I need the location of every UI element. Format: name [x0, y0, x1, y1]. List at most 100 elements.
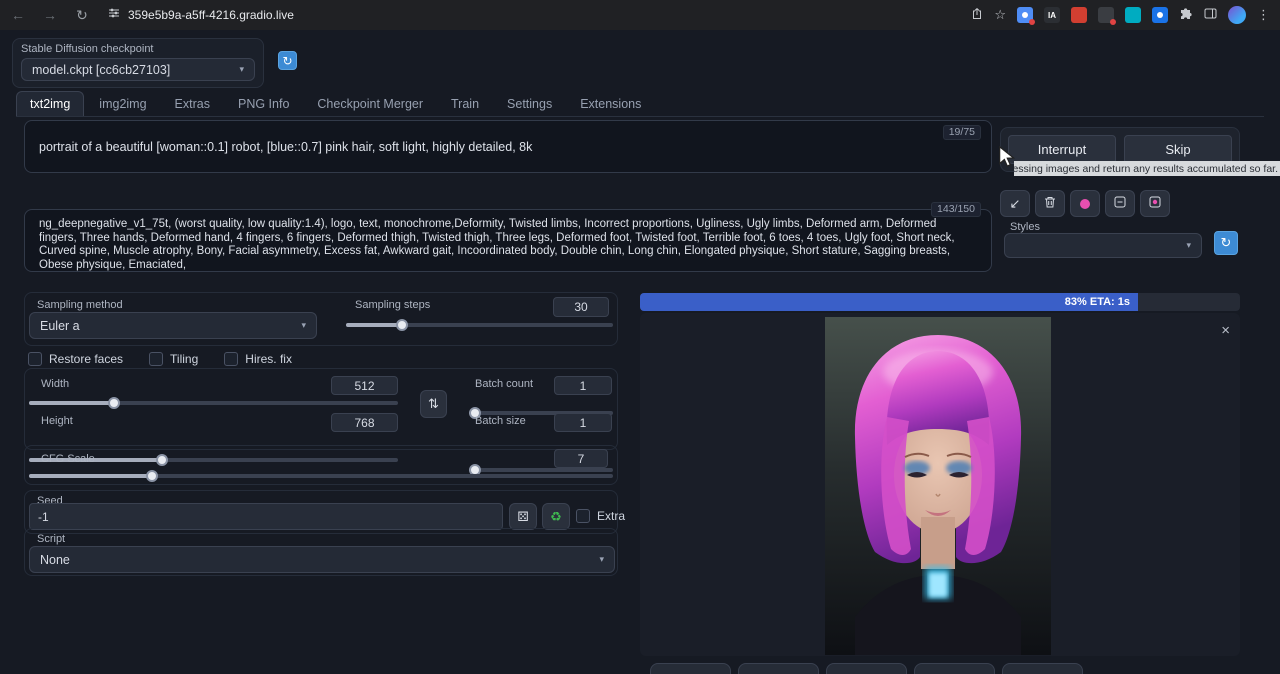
tooltip-text: processing images and return any results…: [1014, 163, 1278, 175]
extension-icon-3[interactable]: [1071, 7, 1087, 23]
extension-icon-2[interactable]: IA: [1044, 7, 1060, 23]
interrupt-button[interactable]: Interrupt: [1008, 135, 1116, 164]
forward-icon[interactable]: →: [42, 7, 58, 23]
negative-prompt-input[interactable]: ng_deepnegative_v1_75t, (worst quality, …: [25, 210, 991, 271]
hires-fix-checkbox[interactable]: Hires. fix: [224, 352, 292, 366]
width-label: Width: [41, 378, 69, 390]
site-info-icon[interactable]: [108, 6, 120, 24]
gallery-action-button[interactable]: [914, 663, 995, 674]
script-value: None: [40, 553, 70, 567]
tiling-checkbox[interactable]: Tiling: [149, 352, 198, 366]
sampling-steps-input[interactable]: [553, 297, 609, 317]
height-label: Height: [41, 415, 73, 427]
batch-size-input[interactable]: [554, 413, 612, 432]
extension-icon-4[interactable]: [1098, 7, 1114, 23]
slider-thumb[interactable]: [396, 319, 408, 331]
gallery-action-button[interactable]: [1002, 663, 1083, 674]
swap-dimensions-button[interactable]: ⇅: [420, 390, 447, 418]
cfg-scale-slider[interactable]: [29, 470, 613, 480]
gallery-action-button[interactable]: [826, 663, 907, 674]
screen: ← → ↻ 359e5b9a-a5ff-4216.gradio.live ☆ I…: [0, 0, 1280, 674]
hires-fix-label: Hires. fix: [245, 352, 292, 366]
url-text[interactable]: 359e5b9a-a5ff-4216.gradio.live: [128, 8, 294, 22]
extra-networks-button[interactable]: [1070, 190, 1100, 217]
slider-thumb[interactable]: [108, 397, 120, 409]
interrupt-tooltip: processing images and return any results…: [1014, 161, 1280, 176]
slider-fill-bar: [29, 401, 114, 405]
extension-icon-6[interactable]: [1152, 7, 1168, 23]
batch-count-input[interactable]: [554, 376, 612, 395]
checkbox-icon: [224, 352, 238, 366]
sampling-steps-slider[interactable]: [346, 319, 613, 329]
tab-txt2img[interactable]: txt2img: [16, 91, 84, 116]
tab-img2img[interactable]: img2img: [86, 92, 159, 116]
seed-input[interactable]: [29, 503, 503, 530]
progress-bar: 83% ETA: 1s: [640, 293, 1240, 311]
checkbox-icon: [28, 352, 42, 366]
script-select[interactable]: None ▾: [29, 546, 615, 573]
random-seed-button[interactable]: ⚄: [509, 503, 537, 530]
prompt-tools: ↙: [1000, 190, 1170, 217]
styles-select[interactable]: ▾: [1004, 233, 1202, 258]
negative-prompt-box: 143/150 ng_deepnegative_v1_75t, (worst q…: [24, 209, 992, 272]
cfg-scale-input[interactable]: [554, 449, 608, 468]
kebab-menu-icon[interactable]: ⋮: [1257, 7, 1270, 23]
styles-refresh-button[interactable]: ↻: [1214, 231, 1238, 255]
side-panel-icon[interactable]: [1204, 7, 1217, 23]
read-generation-params-button[interactable]: ↙: [1000, 190, 1030, 217]
checkpoint-refresh-button[interactable]: ↻: [278, 51, 297, 70]
width-input[interactable]: [331, 376, 398, 395]
apply-style-button[interactable]: [1105, 190, 1135, 217]
negative-token-counter: 143/150: [931, 202, 981, 217]
reload-icon[interactable]: ↻: [74, 7, 90, 24]
width-slider[interactable]: [29, 397, 398, 407]
gallery-action-button[interactable]: [650, 663, 731, 674]
profile-avatar[interactable]: [1228, 6, 1246, 24]
checkpoint-block: Stable Diffusion checkpoint model.ckpt […: [12, 38, 264, 88]
sampling-method-select[interactable]: Euler a ▾: [29, 312, 317, 339]
gallery-action-button[interactable]: [738, 663, 819, 674]
dice-icon: ⚄: [517, 509, 528, 525]
checkpoint-select[interactable]: model.ckpt [cc6cb27103] ▾: [21, 58, 255, 81]
save-style-icon: [1149, 196, 1161, 211]
height-input[interactable]: [331, 413, 398, 432]
card-icon: [1114, 196, 1126, 211]
prompt-input[interactable]: portrait of a beautiful [woman::0.1] rob…: [25, 121, 991, 172]
batch-size-label: Batch size: [475, 415, 526, 427]
save-style-button[interactable]: [1140, 190, 1170, 217]
arrow-down-left-icon: ↙: [1010, 196, 1021, 212]
share-icon[interactable]: [971, 7, 983, 23]
extension-icon-5[interactable]: [1125, 7, 1141, 23]
back-icon[interactable]: ←: [10, 7, 26, 23]
extension-icon-1[interactable]: [1017, 7, 1033, 23]
tab-png-info[interactable]: PNG Info: [225, 92, 302, 116]
sampling-steps-label: Sampling steps: [355, 299, 430, 311]
refresh-icon: ↻: [282, 54, 292, 68]
tab-extensions[interactable]: Extensions: [567, 92, 654, 116]
slider-thumb[interactable]: [146, 470, 158, 482]
close-icon[interactable]: ×: [1221, 323, 1230, 338]
restore-faces-checkbox[interactable]: Restore faces: [28, 352, 123, 366]
generated-image[interactable]: [825, 317, 1051, 655]
gallery-actions-row: [650, 663, 1083, 674]
address-bar[interactable]: 359e5b9a-a5ff-4216.gradio.live: [108, 6, 294, 24]
chevron-down-icon: ▾: [1186, 240, 1191, 251]
tab-extras[interactable]: Extras: [162, 92, 223, 116]
restore-faces-label: Restore faces: [49, 352, 123, 366]
extensions-puzzle-icon[interactable]: [1179, 7, 1193, 24]
tab-train[interactable]: Train: [438, 92, 492, 116]
clear-prompt-button[interactable]: [1035, 190, 1065, 217]
bookmark-star-icon[interactable]: ☆: [994, 7, 1006, 23]
extra-seed-checkbox[interactable]: Extra: [576, 509, 625, 523]
tab-bar: txt2img img2img Extras PNG Info Checkpoi…: [16, 90, 1264, 117]
batch-count-label: Batch count: [475, 378, 533, 390]
script-label: Script: [37, 533, 65, 545]
tab-settings[interactable]: Settings: [494, 92, 565, 116]
portrait-image: [825, 317, 1051, 655]
cfg-scale-label: CFG Scale: [41, 453, 95, 465]
tab-checkpoint-merger[interactable]: Checkpoint Merger: [304, 92, 436, 116]
sampling-method-label: Sampling method: [37, 299, 123, 311]
skip-button[interactable]: Skip: [1124, 135, 1232, 164]
checkbox-icon: [576, 509, 590, 523]
reuse-seed-button[interactable]: ♻: [542, 503, 570, 530]
